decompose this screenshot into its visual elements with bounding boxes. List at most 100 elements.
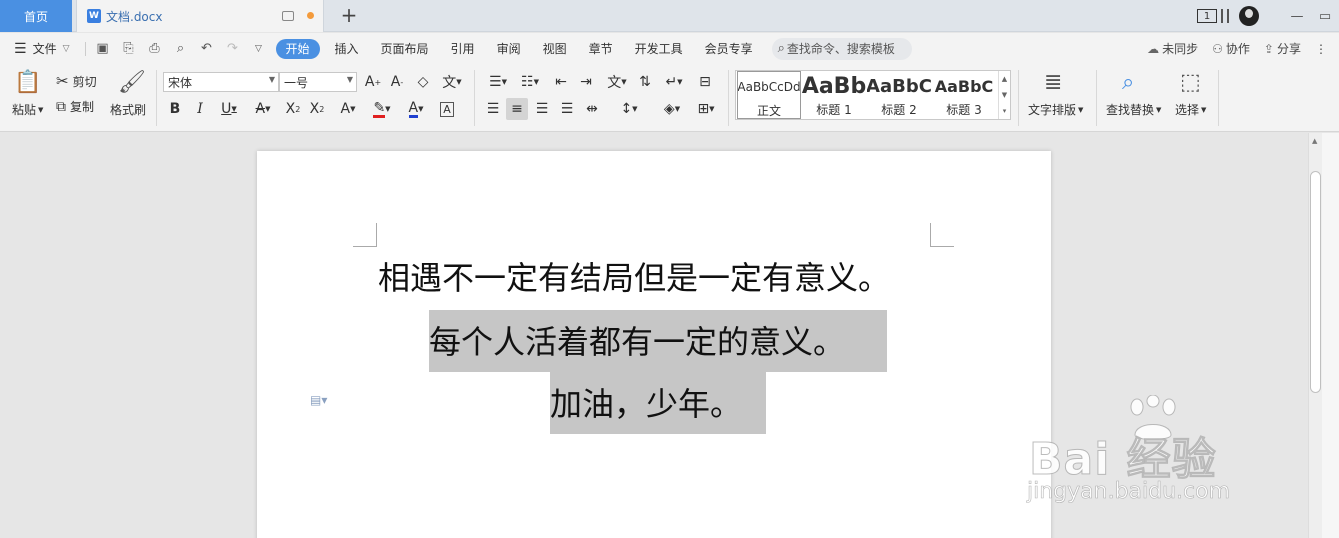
chevron-up-icon[interactable]: ▲	[1312, 137, 1317, 145]
bullet-list-icon[interactable]: ☰ ▼	[484, 71, 512, 93]
format-painter-button[interactable]: 🖌	[118, 70, 146, 95]
numbered-list-icon[interactable]: ☷ ▼	[516, 71, 544, 93]
undo-icon[interactable]: ↶	[194, 33, 220, 64]
styles-scroll[interactable]: ▲ ▼ ▾	[998, 71, 1010, 119]
select-button[interactable]: ⬚	[1180, 70, 1201, 95]
tab-references[interactable]: 引用	[440, 33, 486, 64]
italic-icon[interactable]: I	[189, 98, 211, 120]
font-name-select[interactable]: 宋体 ▼	[163, 72, 279, 92]
underline-icon[interactable]: U ▼	[214, 98, 244, 120]
tab-home[interactable]: 首页	[0, 0, 72, 32]
align-right-icon[interactable]: ☰	[531, 98, 553, 120]
tab-review[interactable]: 审阅	[486, 33, 532, 64]
paste-button[interactable]: 📋	[14, 70, 41, 95]
share-label: 分享	[1276, 42, 1301, 56]
redo-icon[interactable]: ↷	[220, 33, 246, 64]
tab-member[interactable]: 会员专享	[694, 33, 764, 64]
find-replace-label-button[interactable]: 查找替换 ▼	[1106, 101, 1161, 118]
phonetic-guide-icon[interactable]: 文 ▼	[438, 71, 466, 93]
show-marks-icon[interactable]: ↵ ▼	[660, 71, 688, 93]
maximize-button[interactable]: ▭	[1311, 0, 1339, 32]
print-preview-icon[interactable]: ⌕	[168, 33, 194, 64]
document-line-2[interactable]: 每个人活着都有一定的意义。	[429, 317, 845, 363]
text-layout-label-button[interactable]: 文字排版 ▼	[1028, 101, 1083, 118]
decrease-indent-icon[interactable]: ⇤	[550, 71, 572, 93]
share-button[interactable]: ⇪ 分享	[1264, 40, 1301, 57]
format-painter-label: 格式刷	[110, 103, 147, 117]
tab-view[interactable]: 视图	[532, 33, 578, 64]
command-search-input[interactable]: ⌕ 查找命令、搜索模板	[771, 37, 912, 60]
print-icon[interactable]: ⎙	[142, 33, 168, 64]
chinese-layout-icon[interactable]: 文 ▼	[603, 71, 631, 93]
subscript-icon[interactable]: X2	[306, 98, 328, 120]
avatar[interactable]	[1239, 6, 1259, 26]
paste-label-button[interactable]: 粘贴 ▼	[12, 101, 43, 118]
tab-insert[interactable]: 插入	[324, 33, 370, 64]
document-page[interactable]: 相遇不一定有结局但是一定有意义。 每个人活着都有一定的意义。 加油，少年。	[257, 151, 1051, 538]
tab-home-ribbon[interactable]: 开始	[275, 38, 320, 59]
window-count-badge[interactable]: 1	[1197, 9, 1217, 23]
align-center-icon[interactable]: ≡	[506, 98, 528, 120]
highlight-color-icon[interactable]: ✎ ▼	[368, 98, 396, 120]
export-pdf-icon[interactable]: ⎘	[116, 33, 142, 64]
char-border-icon[interactable]: A	[436, 98, 458, 120]
style-heading-2-preview: AaBbC	[867, 75, 931, 97]
shrink-font-icon[interactable]: A-	[386, 71, 408, 93]
file-menu[interactable]: ☰ 文件 ▽	[0, 33, 81, 64]
multi-window-icon[interactable]	[1221, 9, 1229, 23]
superscript-icon[interactable]: X2	[282, 98, 304, 120]
style-heading-1[interactable]: AaBb 标题 1	[802, 71, 866, 119]
strikethrough-icon[interactable]: A ▼	[248, 98, 278, 120]
new-tab-button[interactable]: +	[338, 3, 360, 27]
scrollbar-thumb[interactable]	[1310, 171, 1321, 393]
justify-icon[interactable]: ☰	[556, 98, 578, 120]
font-color-icon[interactable]: A ▼	[402, 98, 430, 120]
sync-button[interactable]: ☁ 未同步	[1147, 40, 1198, 57]
document-line-1[interactable]: 相遇不一定有结局但是一定有意义。	[378, 253, 890, 299]
tab-page-layout[interactable]: 页面布局	[370, 33, 440, 64]
text-effect-icon[interactable]: A ▼	[334, 98, 362, 120]
text-layout-button[interactable]: ≣	[1044, 70, 1062, 95]
distribute-icon[interactable]: ⇹	[581, 98, 603, 120]
style-heading-1-preview: AaBb	[802, 73, 866, 99]
monitor-icon[interactable]	[282, 11, 294, 21]
copy-button[interactable]: ⧉ 复制	[56, 98, 94, 115]
right-menu: ☁ 未同步 ⚇ 协作 ⇪ 分享 ⋮	[1147, 33, 1339, 64]
chevron-down-icon[interactable]: ▼	[1002, 91, 1007, 99]
style-heading-1-label: 标题 1	[816, 103, 852, 117]
clear-format-icon[interactable]: ◇	[412, 71, 434, 93]
font-size-select[interactable]: 一号 ▼	[279, 72, 357, 92]
tab-document[interactable]: W 文档.docx	[76, 0, 324, 32]
save-icon[interactable]: ▣	[90, 33, 116, 64]
shading-icon[interactable]: ◈ ▼	[658, 98, 686, 120]
style-heading-3[interactable]: AaBbC 标题 3	[932, 71, 996, 119]
increase-indent-icon[interactable]: ⇥	[575, 71, 597, 93]
bold-icon[interactable]: B	[164, 98, 186, 120]
align-left-icon[interactable]: ☰	[482, 98, 504, 120]
tab-developer[interactable]: 开发工具	[624, 33, 694, 64]
borders-icon[interactable]: ⊞ ▼	[692, 98, 720, 120]
cut-button[interactable]: ✂ 剪切	[56, 72, 97, 90]
select-label-button[interactable]: 选择 ▼	[1175, 101, 1206, 118]
document-workspace[interactable]: 相遇不一定有结局但是一定有意义。 每个人活着都有一定的意义。 加油，少年。 ▤▾	[0, 133, 1308, 538]
paste-options-icon[interactable]: ▤▾	[310, 393, 336, 409]
tab-chapter[interactable]: 章节	[578, 33, 624, 64]
document-tab-name: 文档.docx	[106, 9, 163, 24]
sort-icon[interactable]: ⇅	[634, 71, 656, 93]
minimize-button[interactable]: —	[1283, 0, 1311, 32]
document-line-3[interactable]: 加油，少年。	[550, 379, 742, 425]
grow-font-icon[interactable]: A +	[362, 71, 384, 93]
table-tools-icon[interactable]: ⊟	[692, 71, 718, 93]
more-menu-button[interactable]: ⋮	[1315, 42, 1327, 56]
expand-icon[interactable]: ▾	[1003, 107, 1007, 115]
customize-dropdown-icon[interactable]: ▽	[246, 33, 272, 64]
cut-label: 剪切	[72, 74, 97, 89]
vertical-scrollbar[interactable]: ▲	[1308, 133, 1322, 538]
style-normal[interactable]: AaBbCcDd 正文	[737, 71, 801, 119]
collaborate-button[interactable]: ⚇ 协作	[1212, 40, 1250, 57]
format-painter-label-button[interactable]: 格式刷	[110, 101, 146, 118]
line-spacing-icon[interactable]: ↕ ▼	[614, 98, 644, 120]
find-replace-button[interactable]: ⌕	[1122, 70, 1134, 95]
chevron-up-icon[interactable]: ▲	[1002, 75, 1007, 83]
style-heading-2[interactable]: AaBbC 标题 2	[867, 71, 931, 119]
